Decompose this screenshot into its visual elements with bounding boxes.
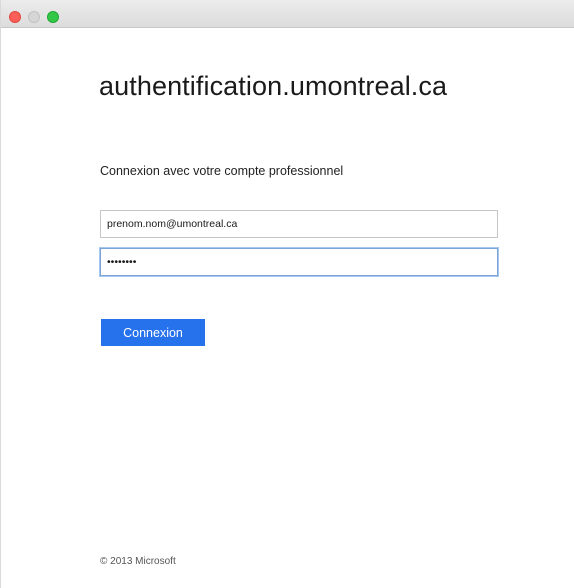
title-bar xyxy=(1,0,574,28)
maximize-window-button[interactable] xyxy=(47,11,59,23)
password-field[interactable] xyxy=(100,248,498,276)
copyright-footer: © 2013 Microsoft xyxy=(100,556,176,567)
email-field[interactable] xyxy=(100,210,498,238)
site-title: authentification.umontreal.ca xyxy=(99,71,448,101)
login-page: authentification.umontreal.ca Connexion … xyxy=(1,28,574,588)
browser-window: authentification.umontreal.ca Connexion … xyxy=(0,0,574,588)
login-subtitle: Connexion avec votre compte professionne… xyxy=(100,164,344,178)
minimize-window-button[interactable] xyxy=(28,11,40,23)
login-button[interactable]: Connexion xyxy=(101,319,205,346)
close-window-button[interactable] xyxy=(9,11,21,23)
